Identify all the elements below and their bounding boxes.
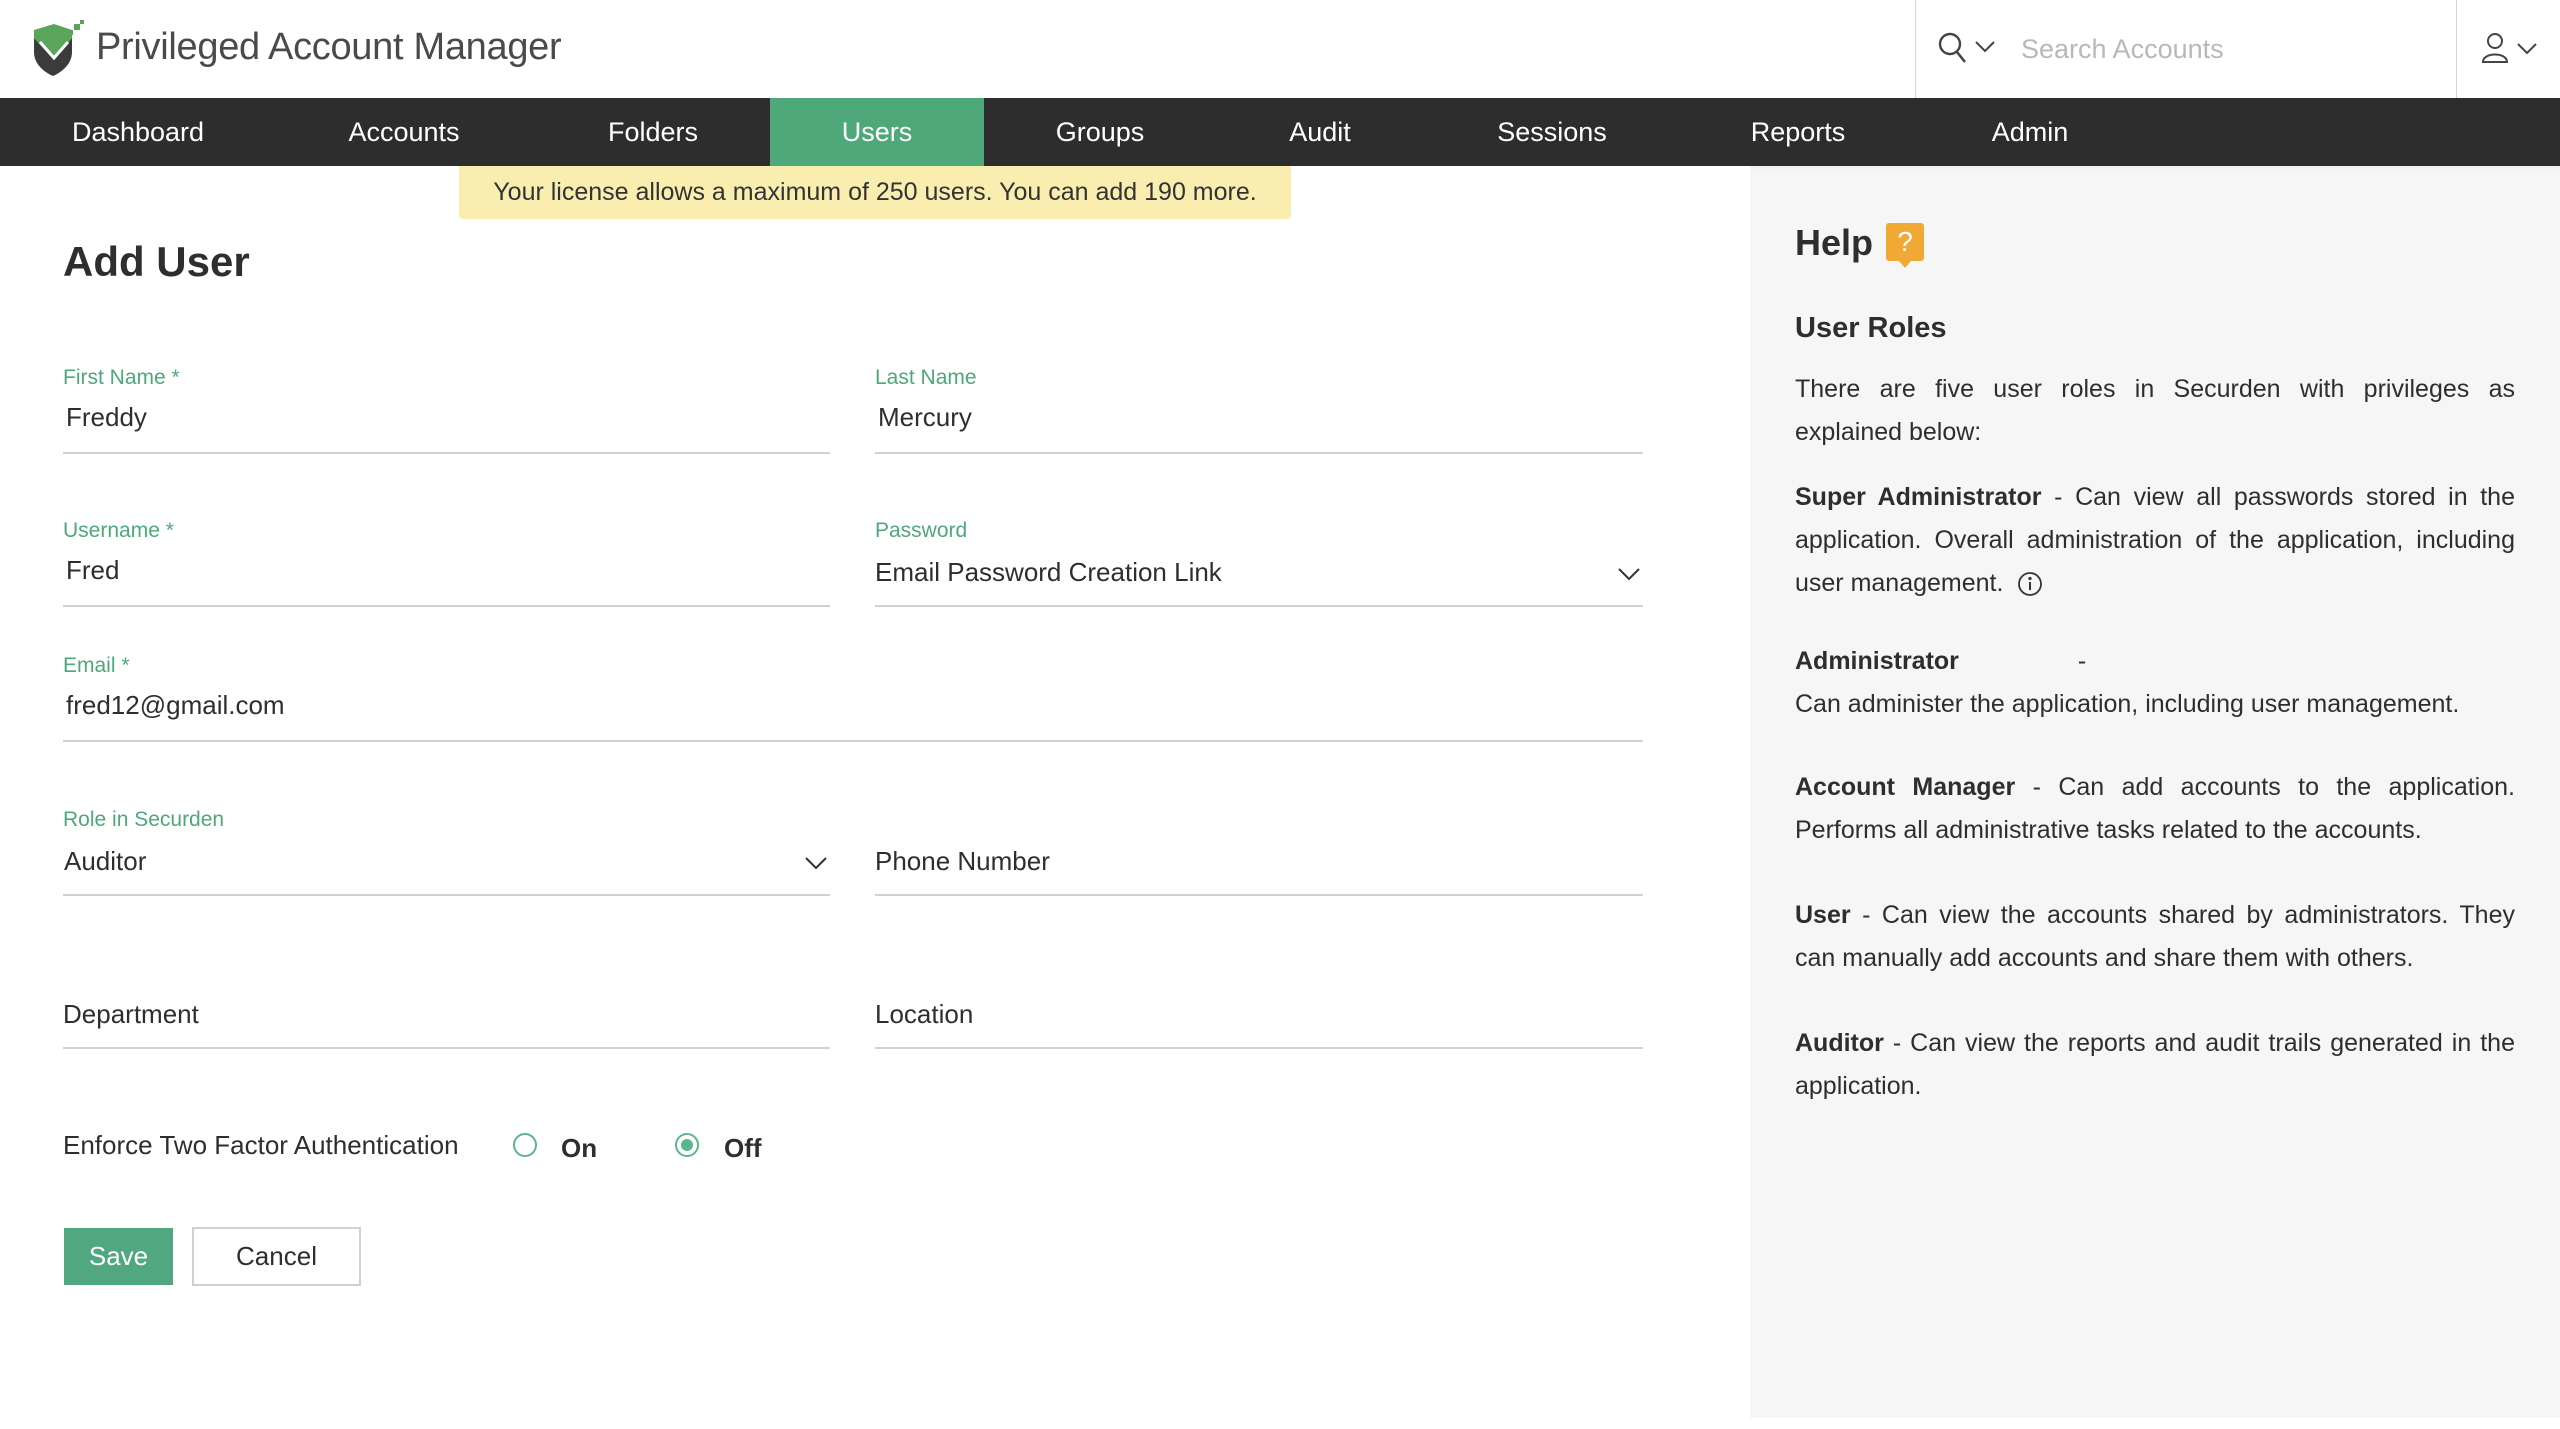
nav-item-folders[interactable]: Folders [555,98,751,166]
role-desc: Can administer the application, includin… [1795,690,2460,718]
user-icon [2481,33,2509,63]
separator: - [2070,647,2087,675]
separator: - [1883,1029,1911,1057]
license-banner: Your license allows a maximum of 250 use… [459,166,1291,219]
email-label: Email * [63,654,130,677]
search-box [1915,0,2457,98]
password-select[interactable]: Password Email Password Creation Link [875,513,1643,607]
email-input[interactable] [66,690,1488,721]
app-header: Privileged Account Manager [0,0,2560,98]
first-name-input[interactable] [66,402,757,433]
nav-item-accounts[interactable]: Accounts [306,98,502,166]
email-field[interactable]: Email * [63,648,1643,742]
help-panel: Help ? User Roles There are five user ro… [1750,166,2560,1418]
chevron-down-icon [1618,568,1640,581]
phone-placeholder: Phone Number [875,846,1050,876]
help-role-super-administrator: Super Administrator - Can view all passw… [1795,476,2515,605]
nav-item-reports[interactable]: Reports [1700,98,1896,166]
cancel-button[interactable]: Cancel [192,1227,361,1286]
last-name-field[interactable]: Last Name [875,360,1643,454]
save-button[interactable]: Save [64,1228,173,1285]
username-label: Username * [63,519,174,542]
nav-item-audit[interactable]: Audit [1222,98,1418,166]
first-name-label: First Name * [63,366,180,389]
page-title: Add User [63,238,250,285]
help-role-user: User - Can view the accounts shared by a… [1795,894,2515,980]
help-intro: There are five user roles in Securden wi… [1795,375,2515,446]
two-factor-off-radio[interactable] [675,1133,699,1157]
department-placeholder: Department [63,999,199,1029]
chevron-down-icon[interactable] [1974,40,1996,54]
role-name: User [1795,901,1851,929]
password-selected-value: Email Password Creation Link [875,557,1222,587]
location-placeholder: Location [875,999,974,1029]
last-name-input[interactable] [878,402,1570,433]
role-select[interactable]: Role in Securden Auditor [63,802,830,896]
role-name: Super Administrator [1795,483,2042,511]
app-title: Privileged Account Manager [96,26,562,68]
role-name: Account Manager [1795,773,2016,801]
help-role-account-manager: Account Manager - Can add accounts to th… [1795,766,2515,852]
last-name-label: Last Name [875,366,977,389]
separator: - [2015,773,2059,801]
main-nav: Dashboard Accounts Folders Users Groups … [0,98,2560,166]
username-field[interactable]: Username * [63,513,830,607]
info-icon[interactable] [2017,571,2043,597]
two-factor-on-label[interactable]: On [561,1133,597,1164]
role-name: Auditor [1795,1029,1884,1057]
role-desc: Can view the accounts shared by administ… [1795,901,2515,972]
location-field[interactable]: Location [875,955,1643,1049]
chevron-down-icon [805,857,827,870]
phone-field[interactable]: Phone Number [875,802,1643,896]
help-subtitle: User Roles [1795,312,1947,344]
password-label: Password [875,519,968,542]
nav-item-groups[interactable]: Groups [1002,98,1198,166]
username-input[interactable] [66,555,757,586]
nav-item-users[interactable]: Users [770,98,984,166]
nav-item-admin[interactable]: Admin [1932,98,2128,166]
help-title: Help [1795,222,1874,263]
help-role-auditor: Auditor - Can view the reports and audit… [1795,1022,2515,1108]
user-menu-button[interactable] [2458,0,2560,98]
help-question-icon: ? [1886,223,1924,268]
search-icon[interactable] [1938,32,1968,64]
two-factor-label: Enforce Two Factor Authentication [63,1130,459,1160]
role-label: Role in Securden [63,808,225,831]
nav-item-dashboard[interactable]: Dashboard [40,98,236,166]
search-input[interactable] [2021,24,2441,74]
two-factor-on-radio[interactable] [513,1133,537,1157]
two-factor-off-label[interactable]: Off [724,1133,762,1164]
nav-item-sessions[interactable]: Sessions [1454,98,1650,166]
department-field[interactable]: Department [63,955,830,1049]
separator: - [2041,483,2076,511]
separator: - [1850,901,1882,929]
role-name: Administrator [1795,647,1959,675]
role-selected-value: Auditor [64,846,147,876]
shield-check-logo-icon [34,20,84,76]
help-role-administrator: Administrator - Can administer the appli… [1795,640,2515,726]
first-name-field[interactable]: First Name * [63,360,830,454]
chevron-down-icon [2517,43,2537,55]
